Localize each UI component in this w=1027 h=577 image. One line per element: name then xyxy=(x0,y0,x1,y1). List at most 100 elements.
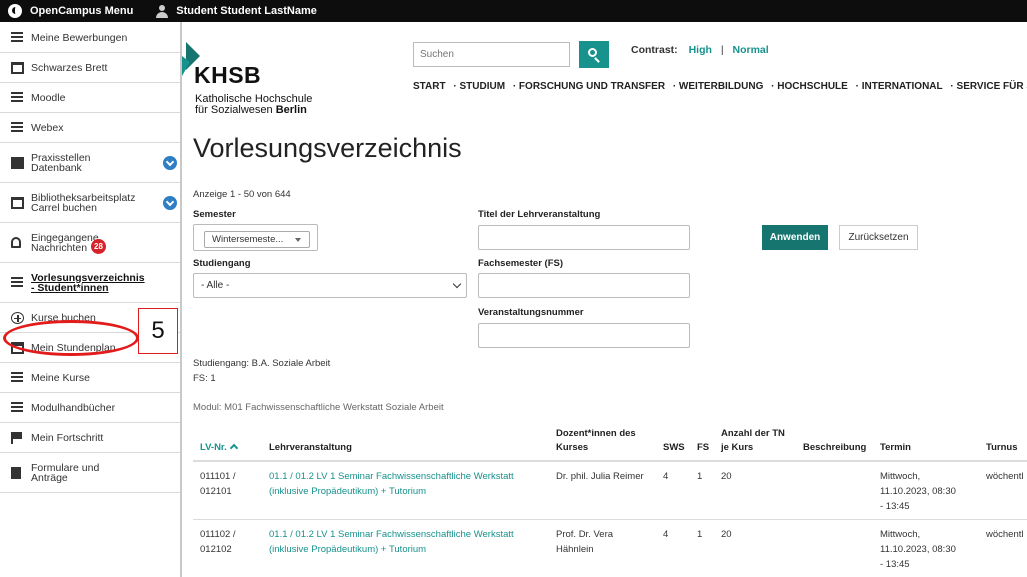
nav-service[interactable]: · SERVICE FÜR STUDIERE xyxy=(950,81,1027,92)
sidebar-item-label: Vorlesungsverzeichnis - Student*innen xyxy=(31,271,145,294)
studiengang-info: Studiengang: B.A. Soziale Arbeit xyxy=(193,358,331,369)
search-icon xyxy=(588,48,597,57)
plus-circle-icon xyxy=(11,311,24,324)
top-bar: OpenCampus Menu Student Student LastName xyxy=(0,0,1027,22)
monitor-icon xyxy=(11,196,24,209)
table-header-divider xyxy=(193,460,1027,462)
sort-ascending-icon xyxy=(229,443,238,453)
semester-select[interactable]: Wintersemeste... xyxy=(204,231,310,248)
sidebar-item-label: Bibliotheksarbeitsplatz Carrel buchen xyxy=(31,191,136,214)
cell-sws: 4 xyxy=(663,529,669,540)
sidebar-item-webex[interactable]: Webex xyxy=(0,113,180,143)
column-header-lehrveranstaltung[interactable]: Lehrveranstaltung xyxy=(269,441,352,455)
list-icon xyxy=(11,401,24,414)
search-button[interactable] xyxy=(579,41,609,68)
flag-icon xyxy=(11,431,24,444)
nav-start[interactable]: START xyxy=(413,81,446,92)
cell-dozent: Prof. Dr. Vera Hähnlein xyxy=(556,529,614,555)
list-icon xyxy=(11,276,24,289)
step-number-label: 5 xyxy=(138,308,178,354)
column-header-turnus[interactable]: Turnus xyxy=(986,441,1018,455)
dropdown-arrow-icon xyxy=(295,238,301,242)
apply-button[interactable]: Anwenden xyxy=(762,225,828,250)
sidebar-item-nachrichten[interactable]: Eingegangene Nachrichten 28 xyxy=(0,223,180,263)
column-header-beschreibung[interactable]: Beschreibung xyxy=(803,441,866,455)
cell-lvnr: 011101 /012101 xyxy=(200,471,236,497)
sidebar-item-modulhandbuecher[interactable]: Modulhandbücher xyxy=(0,393,180,423)
sidebar-item-praxisstellen[interactable]: Praxisstellen Datenbank xyxy=(0,143,180,183)
list-icon xyxy=(11,121,24,134)
nav-forschung[interactable]: · FORSCHUNG UND TRANSFER xyxy=(513,81,665,92)
board-icon xyxy=(11,61,24,74)
chevron-down-icon[interactable] xyxy=(163,195,177,210)
bell-icon xyxy=(11,237,21,248)
fachsemester-input[interactable] xyxy=(478,273,690,298)
column-header-tn[interactable]: Anzahl der TN je Kurs xyxy=(721,427,785,455)
column-header-fs[interactable]: FS xyxy=(697,441,709,455)
logo-subtitle-line2: für Sozialwesen Berlin xyxy=(195,104,307,116)
nav-weiterbildung[interactable]: · WEITERBILDUNG xyxy=(673,81,764,92)
titel-input[interactable] xyxy=(478,225,690,250)
sidebar-item-meine-kurse[interactable]: Meine Kurse xyxy=(0,363,180,393)
cell-fs: 1 xyxy=(697,529,703,540)
sidebar-item-moodle[interactable]: Moodle xyxy=(0,83,180,113)
main-navigation: START · STUDIUM · FORSCHUNG UND TRANSFER… xyxy=(413,81,1027,92)
result-count: Anzeige 1 - 50 von 644 xyxy=(193,189,291,200)
veranstaltungsnummer-input[interactable] xyxy=(478,323,690,348)
nav-hochschule[interactable]: · HOCHSCHULE xyxy=(771,81,848,92)
khsb-logo[interactable]: KHSB Katholische Hochschule für Sozialwe… xyxy=(182,42,342,122)
sidebar-item-label: Moodle xyxy=(31,91,66,104)
veranstaltungsnummer-label: Veranstaltungsnummer xyxy=(478,307,584,318)
fachsemester-label: Fachsemester (FS) xyxy=(478,258,564,269)
reset-button[interactable]: Zurücksetzen xyxy=(839,225,918,250)
contrast-normal-link[interactable]: Normal xyxy=(733,44,769,56)
user-menu[interactable]: Student Student LastName xyxy=(156,4,317,18)
highlight-ellipse xyxy=(3,320,139,356)
sidebar-item-vorlesungsverzeichnis[interactable]: Vorlesungsverzeichnis - Student*innen xyxy=(0,263,180,303)
fs-info: FS: 1 xyxy=(193,373,216,384)
sidebar-item-label: Meine Bewerbungen xyxy=(31,31,128,44)
contrast-label: Contrast: xyxy=(631,44,678,56)
sidebar-item-label: Meine Kurse xyxy=(31,371,90,384)
cell-sws: 4 xyxy=(663,471,669,482)
list-icon xyxy=(11,91,24,104)
sidebar-item-label: Modulhandbücher xyxy=(31,401,116,414)
row-divider xyxy=(193,519,1027,520)
titel-label: Titel der Lehrveranstaltung xyxy=(478,209,601,220)
sidebar-item-label: Schwarzes Brett xyxy=(31,61,108,74)
nav-studium[interactable]: · STUDIUM xyxy=(453,81,505,92)
semester-label: Semester xyxy=(193,209,236,220)
building-icon xyxy=(11,156,24,169)
cell-tn: 20 xyxy=(721,471,732,482)
nav-international[interactable]: · INTERNATIONAL xyxy=(856,81,943,92)
course-title-link[interactable]: 01.1 / 01.2 LV 1 Seminar Fachwissenschaf… xyxy=(269,527,514,557)
cell-turnus: wöchentl xyxy=(986,471,1024,482)
sidebar-item-meine-bewerbungen[interactable]: Meine Bewerbungen xyxy=(0,23,180,53)
chevron-down-icon[interactable] xyxy=(163,155,177,170)
list-icon xyxy=(11,31,24,44)
logo-subtitle: Katholische Hochschule für Sozialwesen B… xyxy=(195,94,312,116)
studiengang-label: Studiengang xyxy=(193,258,251,269)
contrast-high-link[interactable]: High xyxy=(689,44,712,56)
sidebar-item-label: Formulare und Anträge xyxy=(31,461,100,484)
sidebar-item-formulare[interactable]: Formulare und Anträge xyxy=(0,453,180,493)
column-header-dozent[interactable]: Dozent*innen des Kurses xyxy=(556,427,636,455)
opencampus-logo-icon xyxy=(8,4,22,18)
user-icon xyxy=(156,4,169,18)
modul-info: Modul: M01 Fachwissenschaftliche Werksta… xyxy=(193,402,444,413)
bulleted-list-icon xyxy=(11,371,24,384)
column-header-lvnr[interactable]: LV-Nr. xyxy=(200,441,238,455)
opencampus-menu-button[interactable]: OpenCampus Menu xyxy=(8,4,133,18)
studiengang-select[interactable]: - Alle - xyxy=(193,273,467,298)
sidebar-item-mein-fortschritt[interactable]: Mein Fortschritt xyxy=(0,423,180,453)
sidebar-item-bibliotheksarbeitsplatz[interactable]: Bibliotheksarbeitsplatz Carrel buchen xyxy=(0,183,180,223)
search-input[interactable] xyxy=(413,42,570,67)
column-header-sws[interactable]: SWS xyxy=(663,441,685,455)
cell-termin: Mittwoch, 11.10.2023, 08:30- 13:45 xyxy=(880,471,956,512)
cell-turnus: wöchentl xyxy=(986,529,1024,540)
course-title-link[interactable]: 01.1 / 01.2 LV 1 Seminar Fachwissenschaf… xyxy=(269,469,514,499)
column-header-termin[interactable]: Termin xyxy=(880,441,911,455)
sidebar-item-schwarzes-brett[interactable]: Schwarzes Brett xyxy=(0,53,180,83)
cell-fs: 1 xyxy=(697,471,703,482)
notification-badge: 28 xyxy=(91,239,106,254)
